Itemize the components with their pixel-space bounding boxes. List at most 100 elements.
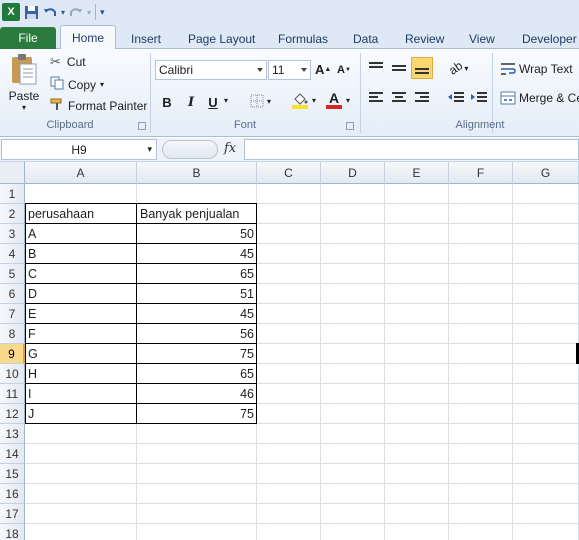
underline-button[interactable]: U <box>204 93 222 111</box>
italic-button[interactable]: I <box>182 93 200 111</box>
name-box[interactable]: H9 ▾ <box>1 139 157 160</box>
bold-button[interactable]: B <box>158 93 176 111</box>
column-header-c[interactable]: C <box>257 162 321 184</box>
middle-align-icon[interactable] <box>391 61 409 75</box>
format-painter-button[interactable]: Format Painter <box>50 97 147 114</box>
tab-data[interactable]: Data <box>353 28 378 49</box>
column-header-a[interactable]: A <box>25 162 137 184</box>
select-all-corner[interactable] <box>0 162 25 184</box>
orientation-icon[interactable]: ab ▾ <box>446 58 468 77</box>
cell-sales[interactable]: 75 <box>137 344 257 364</box>
tab-insert[interactable]: Insert <box>131 28 161 49</box>
tab-home[interactable]: Home <box>60 25 116 50</box>
cell-sales[interactable]: 56 <box>137 324 257 344</box>
row-header-1[interactable]: 1 <box>0 184 25 204</box>
column-header-g[interactable]: G <box>513 162 579 184</box>
column-header-b[interactable]: B <box>137 162 257 184</box>
row-header-16[interactable]: 16 <box>0 484 25 504</box>
row-header-2[interactable]: 2 <box>0 204 25 224</box>
worksheet-grid[interactable]: A B C D E F G 1 2 3 4 5 6 7 8 9 10 11 12 13 14 15 16 17 18 perusa… <box>0 162 579 540</box>
column-header-d[interactable]: D <box>321 162 385 184</box>
align-right-icon[interactable] <box>414 91 430 105</box>
row-header-6[interactable]: 6 <box>0 284 25 304</box>
row-header-5[interactable]: 5 <box>0 264 25 284</box>
font-color-dropdown-icon[interactable]: ▾ <box>346 96 350 105</box>
shrink-font-icon[interactable]: A ▼ <box>337 64 351 76</box>
cell-company[interactable]: B <box>25 244 137 264</box>
row-header-4[interactable]: 4 <box>0 244 25 264</box>
column-header-e[interactable]: E <box>385 162 449 184</box>
font-dialog-launcher-icon[interactable] <box>346 122 354 130</box>
cell-header-company[interactable]: perusahaan <box>25 204 137 224</box>
tab-page-layout[interactable]: Page Layout <box>188 28 255 49</box>
cell-company[interactable]: F <box>25 324 137 344</box>
row-header-17[interactable]: 17 <box>0 504 25 524</box>
borders-button[interactable]: ▾ <box>250 94 271 108</box>
redo-icon[interactable] <box>69 3 83 21</box>
cell-header-sales[interactable]: Banyak penjualan <box>137 204 257 224</box>
font-size-select[interactable]: 11 <box>268 60 311 80</box>
save-icon[interactable] <box>24 3 39 21</box>
cell-company[interactable]: C <box>25 264 137 284</box>
bottom-align-icon[interactable] <box>411 57 433 79</box>
tab-formulas[interactable]: Formulas <box>278 28 328 49</box>
cell-sales[interactable]: 50 <box>137 224 257 244</box>
row-header-14[interactable]: 14 <box>0 444 25 464</box>
redo-dropdown-icon[interactable]: ▾ <box>87 3 91 21</box>
cell-sales[interactable]: 45 <box>137 304 257 324</box>
increase-indent-icon[interactable] <box>470 91 488 105</box>
cell-company[interactable]: H <box>25 364 137 384</box>
cell-company[interactable]: G <box>25 344 137 364</box>
decrease-indent-icon[interactable] <box>447 91 465 105</box>
row-header-13[interactable]: 13 <box>0 424 25 444</box>
clipboard-dialog-launcher-icon[interactable] <box>138 122 146 130</box>
fill-color-dropdown-icon[interactable]: ▾ <box>312 96 316 105</box>
cell-sales[interactable]: 65 <box>137 264 257 284</box>
row-header-7[interactable]: 7 <box>0 304 25 324</box>
row-header-8[interactable]: 8 <box>0 324 25 344</box>
cell-company[interactable]: D <box>25 284 137 304</box>
paste-button[interactable]: Paste ▾ <box>6 53 42 112</box>
cell-company[interactable]: A <box>25 224 137 244</box>
cell-company[interactable]: J <box>25 404 137 424</box>
customize-qat-icon[interactable]: ▾ <box>100 3 105 21</box>
copy-icon <box>50 76 64 93</box>
formula-bar-expander[interactable] <box>162 140 218 159</box>
align-center-icon[interactable] <box>391 91 407 105</box>
row-header-9[interactable]: 9 <box>0 344 25 364</box>
cell-sales[interactable]: 65 <box>137 364 257 384</box>
wrap-text-button[interactable]: Wrap Text <box>500 62 573 76</box>
cell-sales[interactable]: 45 <box>137 244 257 264</box>
cell-sales[interactable]: 51 <box>137 284 257 304</box>
align-left-icon[interactable] <box>368 91 384 105</box>
cut-button[interactable]: ✂ Cut <box>50 54 86 70</box>
tab-view[interactable]: View <box>469 28 495 49</box>
row-header-12[interactable]: 12 <box>0 404 25 424</box>
row-header-11[interactable]: 11 <box>0 384 25 404</box>
copy-button[interactable]: Copy ▾ <box>50 76 104 93</box>
cell-sales[interactable]: 75 <box>137 404 257 424</box>
row-header-18[interactable]: 18 <box>0 524 25 540</box>
font-name-select[interactable]: Calibri <box>155 60 267 80</box>
grow-font-icon[interactable]: A ▲ <box>315 62 331 77</box>
cell-company[interactable]: E <box>25 304 137 324</box>
cell-sales[interactable]: 46 <box>137 384 257 404</box>
insert-function-icon[interactable]: fx <box>224 141 236 156</box>
row-header-3[interactable]: 3 <box>0 224 25 244</box>
underline-dropdown-icon[interactable]: ▾ <box>224 96 228 105</box>
top-align-icon[interactable] <box>368 61 386 75</box>
excel-logo-icon[interactable]: X <box>2 3 20 21</box>
tab-file[interactable]: File <box>0 27 56 49</box>
fill-color-button[interactable] <box>292 92 308 109</box>
row-header-10[interactable]: 10 <box>0 364 25 384</box>
row-header-15[interactable]: 15 <box>0 464 25 484</box>
formula-input[interactable] <box>244 139 579 160</box>
undo-dropdown-icon[interactable]: ▾ <box>61 3 65 21</box>
column-header-f[interactable]: F <box>449 162 513 184</box>
undo-icon[interactable] <box>43 3 57 21</box>
merge-center-button[interactable]: Merge & Ce <box>500 91 579 105</box>
tab-developer[interactable]: Developer <box>522 28 577 49</box>
font-color-button[interactable]: A <box>326 91 342 109</box>
cell-company[interactable]: I <box>25 384 137 404</box>
tab-review[interactable]: Review <box>405 28 444 49</box>
